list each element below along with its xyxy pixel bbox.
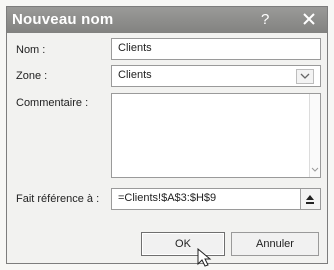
refers-to-value: =Clients!$A$3:$H$9 <box>118 192 217 204</box>
scope-select[interactable]: Clients <box>111 65 321 87</box>
name-value: Clients <box>118 42 152 54</box>
chevron-down-icon <box>300 73 310 79</box>
help-button[interactable]: ? <box>261 11 269 28</box>
dialog-title: Nouveau nom <box>12 11 114 28</box>
collapse-dialog-icon <box>306 195 314 204</box>
comment-scrollbar[interactable] <box>309 94 320 177</box>
refers-to-field[interactable]: =Clients!$A$3:$H$9 <box>111 188 321 210</box>
close-icon[interactable] <box>299 9 319 29</box>
scope-value: Clients <box>118 69 152 81</box>
mouse-pointer-icon <box>197 248 212 267</box>
scroll-down-icon <box>311 167 319 172</box>
name-field[interactable]: Clients <box>111 38 321 60</box>
title-bar: Nouveau nom ? <box>7 7 327 33</box>
comment-label: Commentaire : <box>16 97 89 109</box>
name-label: Nom : <box>16 44 46 56</box>
refers-to-label: Fait référence à : <box>16 193 100 205</box>
scope-dropdown-button[interactable] <box>296 69 314 84</box>
comment-textarea[interactable] <box>111 93 321 178</box>
collapse-dialog-button[interactable] <box>300 189 320 209</box>
new-name-dialog: Nouveau nom ? Nom : Clients Zone : Clien… <box>6 6 328 264</box>
scope-label: Zone : <box>16 70 48 82</box>
cancel-button[interactable]: Annuler <box>231 232 319 256</box>
